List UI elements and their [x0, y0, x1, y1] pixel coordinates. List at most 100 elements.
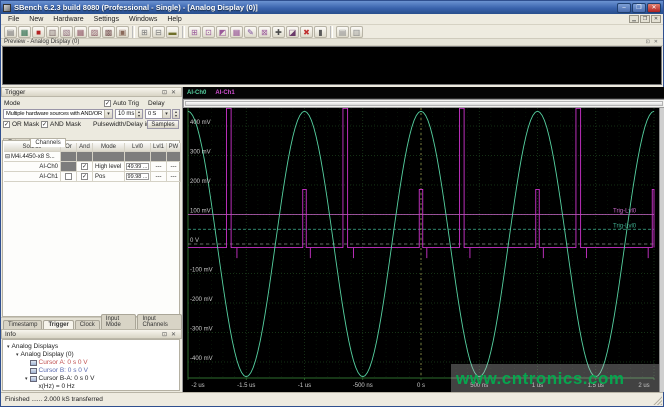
channel-label-ai-ch0[interactable]: AI-Ch0: [187, 90, 206, 96]
toolbar-button-zoom-out[interactable]: ⊟: [152, 25, 165, 38]
tab-channels[interactable]: Channels: [30, 138, 66, 147]
toolbar-button-trigger-setup[interactable]: ▨: [88, 25, 101, 38]
tree-item-x-hz[interactable]: ▾x(Hz) = 0 Hz: [34, 383, 75, 390]
toolbar-button-export[interactable]: ◪: [286, 25, 299, 38]
close-button[interactable]: ✕: [647, 2, 661, 13]
menu-item-help[interactable]: Help: [162, 15, 186, 24]
cell-or[interactable]: [61, 172, 77, 182]
toolbar-button-card-info[interactable]: ▥: [46, 25, 59, 38]
delay-unit-select[interactable]: 0 S ▾: [145, 109, 171, 119]
or-checkbox[interactable]: [65, 173, 72, 180]
column-header-and[interactable]: And: [77, 143, 93, 152]
cell-lvl0[interactable]: 49.99 ...: [125, 162, 151, 172]
column-header-lvl0[interactable]: Lvl0: [125, 143, 151, 152]
column-header-pw[interactable]: PW: [167, 143, 181, 152]
tab-input-channels[interactable]: Input Channels: [137, 314, 182, 329]
plot-vertical-scrollbar[interactable]: [659, 108, 664, 392]
cell-and[interactable]: ✓: [77, 162, 93, 172]
toolbar-button-edit-signal[interactable]: ✎: [244, 25, 257, 38]
tree-expander-icon[interactable]: ▾: [25, 376, 28, 382]
trigger-float-icon[interactable]: ⊡: [160, 89, 169, 96]
toolbar-button-settings[interactable]: ▤: [4, 25, 17, 38]
waveform-plot[interactable]: Trig-Lvl0 Trig-Lvl0 400 mV 300 mV 200 mV 100 …: [183, 108, 660, 394]
toolbar-button-input-channels[interactable]: ▦: [74, 25, 87, 38]
menu-item-windows[interactable]: Windows: [124, 15, 162, 24]
tab-input-mode[interactable]: Input Mode: [100, 314, 137, 329]
channel-label-ai-ch1[interactable]: AI-Ch1: [215, 90, 234, 96]
cell-lvl0[interactable]: 99.98 ...: [125, 172, 151, 182]
trigger-close-icon[interactable]: ✕: [169, 89, 178, 96]
tab-timestamp[interactable]: Timestamp: [3, 320, 43, 329]
toolbar-button-delete[interactable]: ✖: [300, 25, 313, 38]
toolbar-button-crosshair[interactable]: ✚: [272, 25, 285, 38]
cell-source-ai-ch1[interactable]: AI-Ch1: [4, 172, 61, 182]
tree-item-cursor-b[interactable]: ▾Cursor B: 0 s 0 V: [25, 367, 88, 374]
cell-mode[interactable]: High level: [93, 162, 125, 172]
table-row-device[interactable]: ⊟ M4i.4450-x8 S...: [4, 152, 61, 162]
delay-spinner[interactable]: ▴ ▾: [172, 109, 180, 119]
cell-pw[interactable]: ---: [167, 172, 181, 182]
spinner-arrows-icon[interactable]: ▴ ▾: [135, 110, 142, 118]
cell-mode[interactable]: Pos: [93, 172, 125, 182]
samples-button[interactable]: Samples: [147, 120, 179, 129]
trig-timeout-input[interactable]: 10 ms ▴ ▾: [115, 109, 143, 119]
toolbar-button-record[interactable]: ■: [32, 25, 45, 38]
toolbar-button-zoom-in[interactable]: ⊞: [138, 25, 151, 38]
resize-grip[interactable]: [653, 396, 662, 405]
tree-collapse-icon[interactable]: ⊟: [5, 153, 10, 160]
and-checkbox[interactable]: ✓: [81, 173, 88, 180]
tree-item-analog-display-0[interactable]: ▾ Analog Display (0): [16, 351, 74, 358]
toolbar-button-calc-fft[interactable]: ⊞: [188, 25, 201, 38]
tree-expander-icon[interactable]: ▾: [7, 344, 10, 350]
preview-display[interactable]: [2, 46, 662, 85]
toolbar-button-memory-setup[interactable]: ▣: [116, 25, 129, 38]
toolbar-button-calc-filter[interactable]: ◩: [216, 25, 229, 38]
scrollbar-thumb[interactable]: [185, 101, 663, 106]
mdi-minimize-button[interactable]: ▁: [629, 15, 639, 23]
cell-and[interactable]: ✓: [77, 172, 93, 182]
tab-trigger[interactable]: Trigger: [43, 320, 74, 329]
toolbar-button-text-note[interactable]: ▮: [314, 25, 327, 38]
minimize-button[interactable]: –: [617, 2, 631, 13]
info-close-icon[interactable]: ✕: [169, 331, 178, 338]
maximize-button[interactable]: ❐: [632, 2, 646, 13]
menu-item-file[interactable]: File: [3, 15, 24, 24]
and-mask-checkbox[interactable]: ✓: [41, 121, 48, 128]
column-header-lvl1[interactable]: Lvl1: [151, 143, 167, 152]
menu-item-new[interactable]: New: [24, 15, 48, 24]
toolbar-button-convert[interactable]: ⊠: [258, 25, 271, 38]
info-pin-icon[interactable]: ⊡: [160, 331, 169, 338]
cell-or[interactable]: [61, 162, 77, 172]
display-scrollbar[interactable]: [183, 99, 664, 108]
tab-clock[interactable]: Clock: [74, 320, 100, 329]
info-panel-header[interactable]: Info ⊡ ✕: [1, 329, 182, 339]
trigger-mode-select[interactable]: Multiple hardware sources with AND/OR ▾: [3, 109, 113, 119]
mdi-restore-button[interactable]: ❐: [640, 15, 650, 23]
and-checkbox[interactable]: ✓: [81, 163, 88, 170]
cell-lvl1[interactable]: ---: [151, 162, 167, 172]
mdi-close-button[interactable]: ✕: [651, 15, 661, 23]
cell-source-ai-ch0[interactable]: AI-Ch0: [4, 162, 61, 172]
tree-item-cursor-a[interactable]: ▾Cursor A: 0 s 0 V: [25, 359, 88, 366]
tree-expander-icon[interactable]: ▾: [16, 352, 19, 358]
or-mask-checkbox[interactable]: ✓: [3, 121, 10, 128]
menu-item-hardware[interactable]: Hardware: [48, 15, 88, 24]
toolbar-button-save[interactable]: ▬: [166, 25, 179, 38]
auto-trig-checkbox[interactable]: ✓: [104, 100, 111, 107]
tree-item-analog-displays[interactable]: ▾ Analog Displays: [7, 343, 58, 350]
cell-pw[interactable]: ---: [167, 162, 181, 172]
cell-lvl1[interactable]: ---: [151, 172, 167, 182]
trigger-panel-header[interactable]: Trigger ⊡ ✕: [1, 87, 182, 97]
toolbar-button-input-mode[interactable]: ▧: [60, 25, 73, 38]
toolbar-button-start-display[interactable]: ▦: [18, 25, 31, 38]
tree-item-cursor-b-a[interactable]: ▾ Cursor B-A: 0 s 0 V: [25, 375, 95, 382]
title-bar[interactable]: SBench 6.2.3 build 8080 (Professional - …: [1, 1, 663, 14]
toolbar-button-layout-b[interactable]: ▥: [350, 25, 363, 38]
toolbar-button-clock-setup[interactable]: ▩: [102, 25, 115, 38]
spinner-arrows-icon[interactable]: ▴ ▾: [173, 110, 179, 118]
toolbar-button-layout-a[interactable]: ▤: [336, 25, 349, 38]
preview-pin-icon[interactable]: ⊡: [644, 39, 652, 45]
menu-item-settings[interactable]: Settings: [89, 15, 124, 24]
toolbar-button-calc-math[interactable]: ▦: [230, 25, 243, 38]
toolbar-button-calc-average[interactable]: ⊡: [202, 25, 215, 38]
